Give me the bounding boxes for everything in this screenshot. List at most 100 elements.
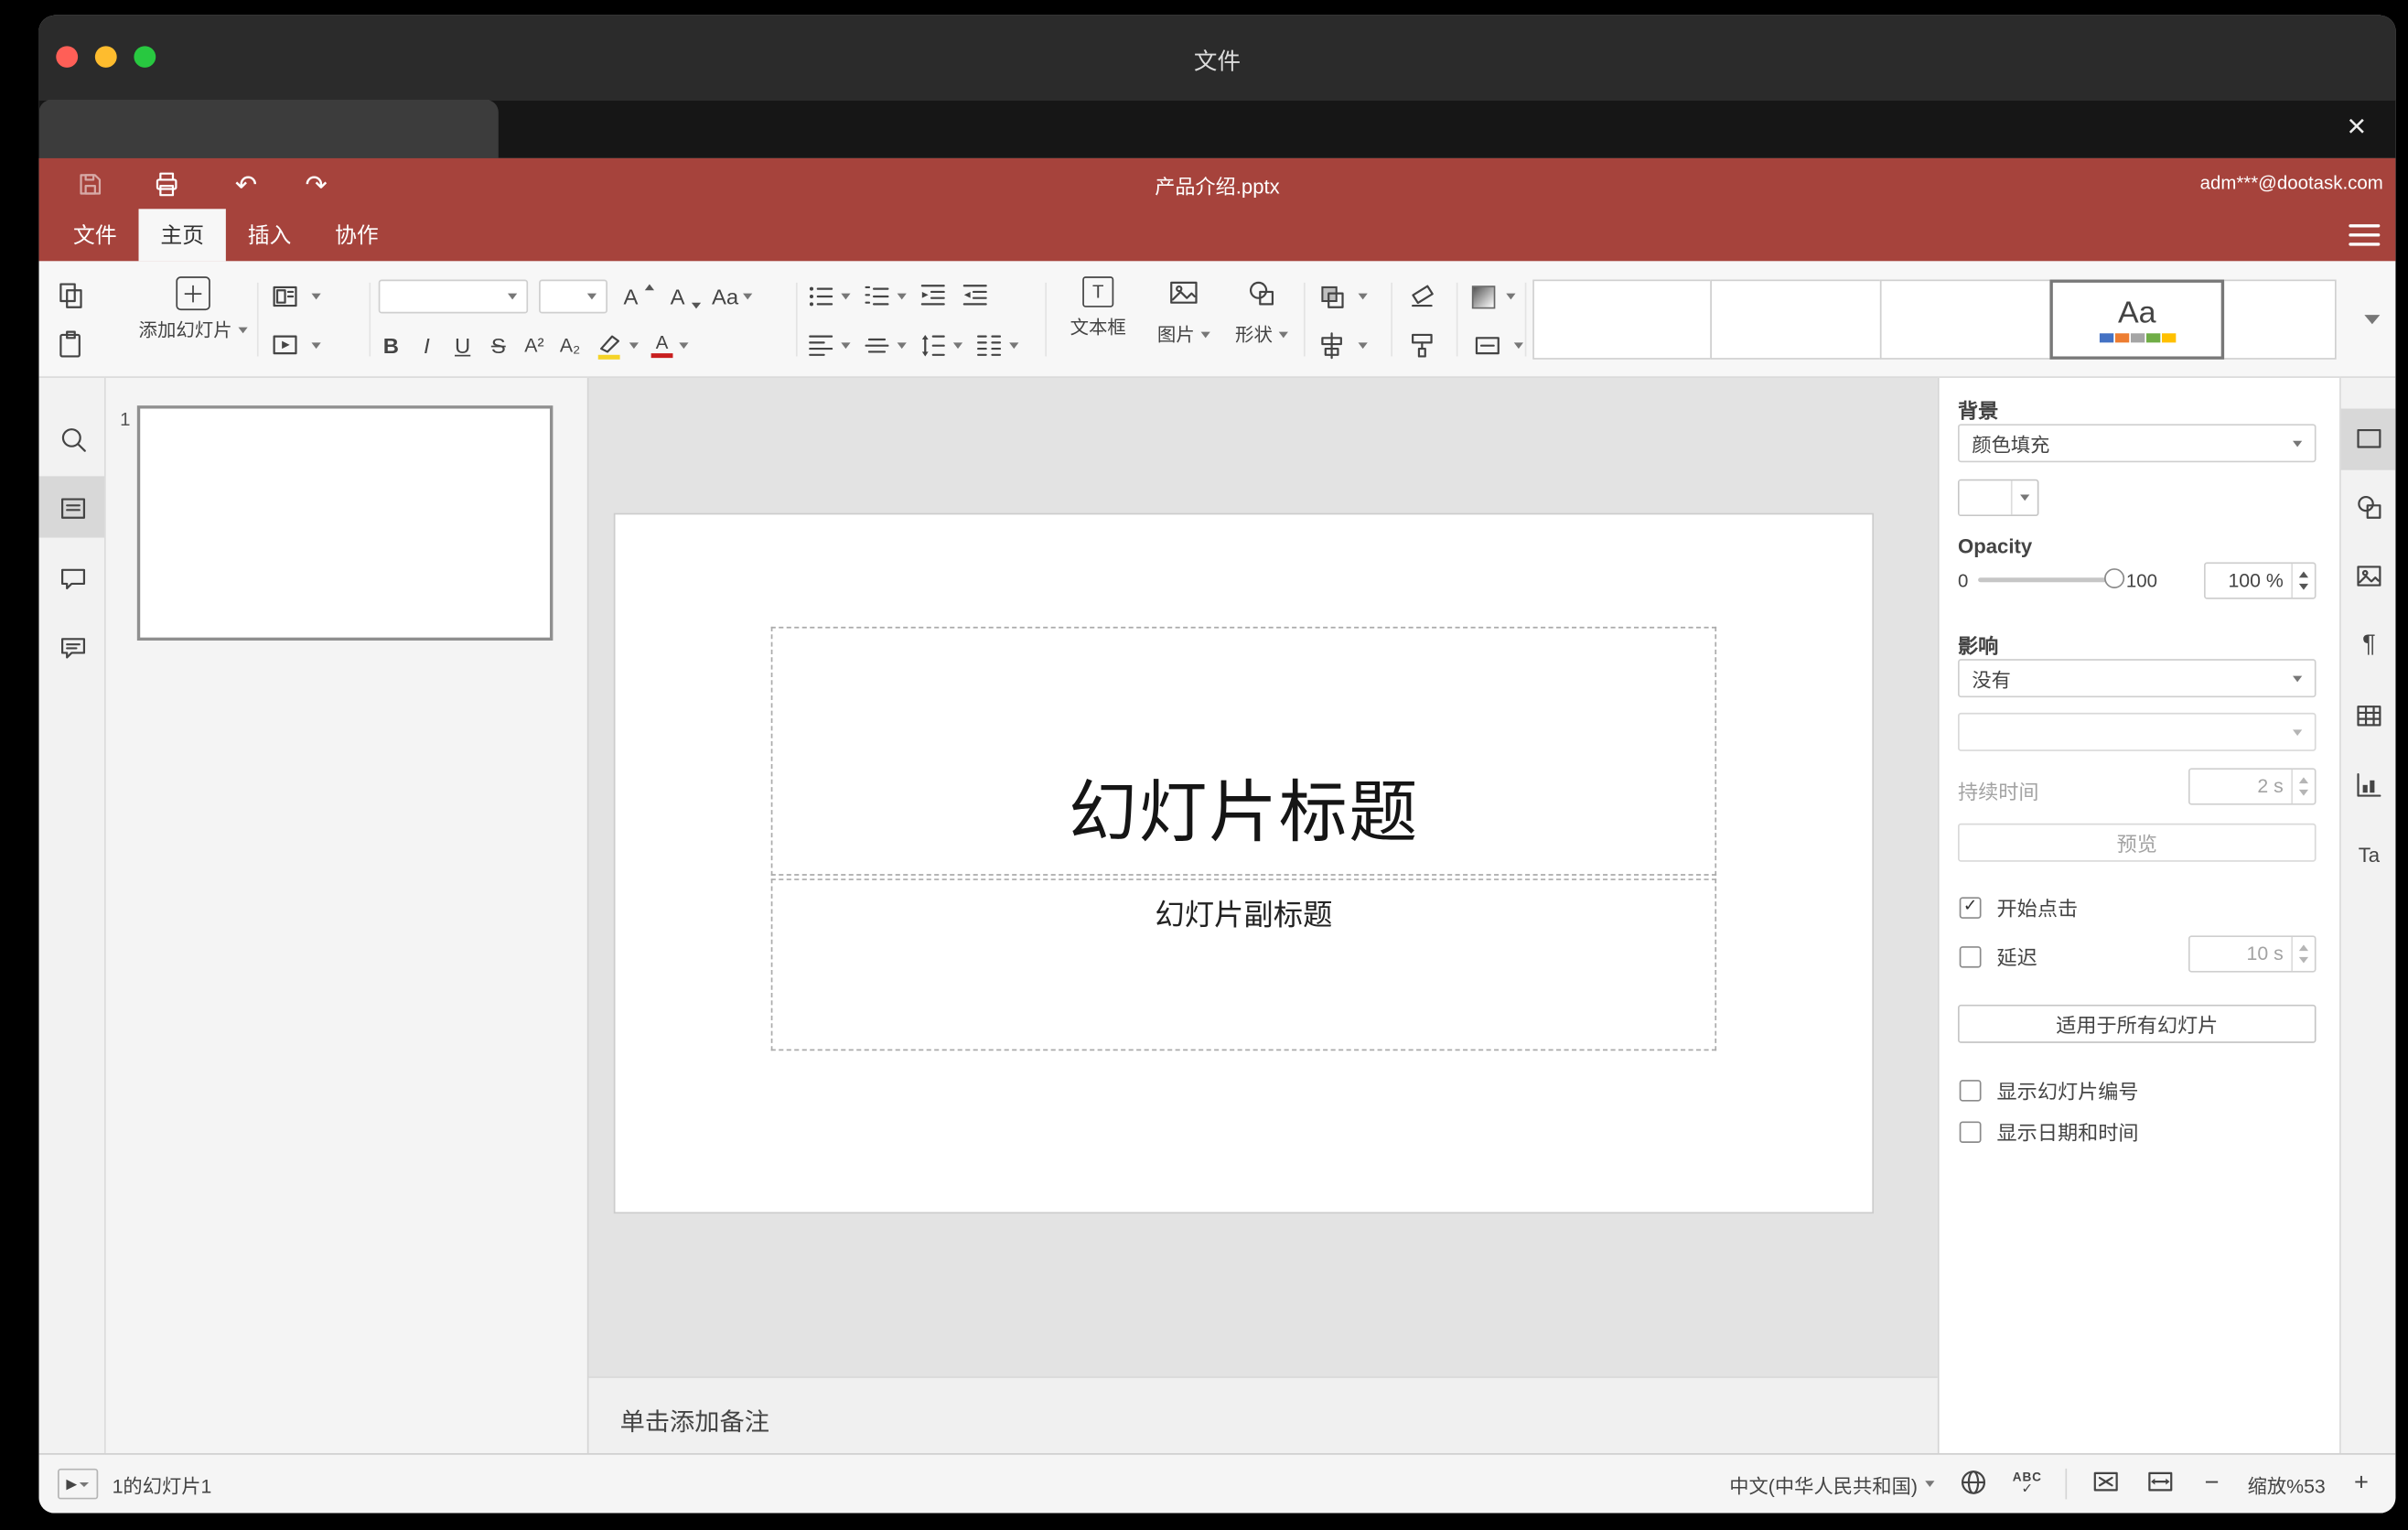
slide-fill-button[interactable] [1471, 276, 1523, 317]
decrease-font-button[interactable]: A [665, 285, 702, 309]
close-icon[interactable]: × [2337, 106, 2377, 149]
textbox-label: 文本框 [1070, 316, 1126, 339]
tab-insert[interactable]: 插入 [226, 209, 313, 261]
slide-thumbnail[interactable] [136, 405, 554, 641]
slide-layout-button[interactable] [270, 276, 321, 317]
opacity-slider-knob[interactable] [2104, 568, 2125, 588]
slide-settings-icon[interactable] [2353, 423, 2384, 454]
horizontal-align-button[interactable] [805, 330, 851, 361]
delay-field[interactable]: 10 s [2188, 935, 2317, 973]
apply-to-all-button[interactable]: 适用于所有幻灯片 [1957, 1004, 2317, 1043]
spellcheck-icon[interactable]: ABC ✓ [2013, 1471, 2042, 1496]
document-language-icon[interactable] [1958, 1466, 1989, 1502]
insert-textbox-button[interactable]: T 文本框 [1060, 276, 1135, 339]
comments-icon[interactable] [56, 562, 89, 594]
highlight-color-button[interactable] [594, 330, 640, 361]
duration-field[interactable]: 2 s [2188, 768, 2317, 805]
textart-settings-icon[interactable]: Ta [2353, 839, 2384, 870]
theme-slot[interactable] [1710, 279, 1882, 360]
presentation-editor-window: 文件 × ↶ ↷ 产品介绍.pptx adm***@dootask.com 文件… [38, 15, 2396, 1514]
arrange-shape-button[interactable] [1317, 276, 1368, 317]
copy-style-button[interactable] [1406, 326, 1437, 366]
fill-type-select[interactable]: 颜色填充 [1957, 424, 2317, 463]
preview-button[interactable]: 预览 [1957, 823, 2317, 862]
change-case-button[interactable]: Aa [712, 285, 753, 308]
theme-slot[interactable] [1532, 279, 1713, 360]
slide[interactable]: 幻灯片标题 幻灯片副标题 [615, 514, 1873, 1212]
paragraph-settings-icon[interactable]: ¶ [2353, 630, 2384, 661]
theme-slot-selected[interactable]: Aa [2049, 279, 2225, 360]
subscript-button[interactable]: A₂ [557, 335, 582, 357]
slides-panel-icon[interactable] [56, 491, 89, 523]
increase-indent-button[interactable] [960, 279, 991, 315]
numbering-button[interactable] [861, 281, 907, 312]
search-icon[interactable] [56, 423, 89, 455]
opacity-control: 0 100 100 % [1958, 562, 2317, 599]
tab-home[interactable]: 主页 [138, 209, 226, 262]
show-slide-number-label: 显示幻灯片编号 [1996, 1080, 2139, 1104]
spin-up-icon[interactable] [2298, 570, 2309, 577]
fit-to-slide-icon[interactable] [2091, 1466, 2122, 1502]
shape-icon [1244, 276, 1278, 315]
tab-collaboration[interactable]: 协作 [313, 209, 400, 261]
start-on-click-checkbox[interactable]: ✓ [1959, 896, 1982, 919]
hamburger-menu-icon[interactable] [2349, 221, 2381, 249]
style-tools-group [1406, 276, 1437, 365]
superscript-button[interactable]: A² [521, 335, 546, 357]
fill-color-select[interactable] [1957, 479, 2039, 517]
delay-row: 延迟 [1959, 942, 2037, 971]
zoom-out-button[interactable]: − [2199, 1471, 2224, 1498]
bullets-button[interactable] [805, 281, 851, 312]
spin-down-icon[interactable] [2298, 584, 2309, 591]
effect-variant-select[interactable] [1957, 712, 2317, 751]
statusbar: ▶ 1的幻灯片1 中文(中华人民共和国) ABC ✓ − 缩放%53 + [38, 1453, 2396, 1514]
effect-select[interactable]: 没有 [1957, 659, 2317, 698]
language-select[interactable]: 中文(中华人民共和国) [1729, 1470, 1935, 1499]
insert-image-button[interactable]: 图片 [1148, 276, 1220, 347]
vertical-align-button[interactable] [861, 330, 907, 361]
chat-icon[interactable] [56, 631, 89, 663]
start-slideshow-button[interactable] [270, 326, 321, 366]
font-size-select[interactable] [539, 279, 607, 314]
add-slide-button[interactable]: ＋ 添加幻灯片 [139, 276, 248, 342]
image-settings-icon[interactable] [2353, 561, 2384, 592]
slide-counter: 1的幻灯片1 [112, 1475, 212, 1497]
zoom-in-button[interactable]: + [2349, 1471, 2373, 1498]
decrease-indent-button[interactable] [918, 279, 949, 315]
bold-button[interactable]: B [379, 333, 403, 358]
columns-button[interactable] [973, 330, 1019, 361]
font-color-button[interactable]: A [650, 332, 689, 359]
paste-icon[interactable] [55, 328, 86, 363]
copy-icon[interactable] [55, 279, 86, 315]
subtitle-placeholder[interactable]: 幻灯片副标题 [770, 878, 1717, 1051]
theme-slot[interactable] [1879, 279, 2052, 360]
notes-area[interactable]: 单击添加备注 [588, 1376, 1938, 1454]
italic-button[interactable]: I [414, 333, 439, 358]
delay-checkbox[interactable] [1959, 945, 1982, 967]
increase-font-button[interactable]: A [618, 284, 655, 308]
shape-settings-icon[interactable] [2353, 491, 2384, 523]
theme-gallery-expand-button[interactable] [2357, 301, 2388, 338]
align-shape-button[interactable] [1317, 326, 1368, 366]
table-settings-icon[interactable] [2353, 700, 2384, 731]
slide-size-button[interactable] [1472, 326, 1524, 366]
title-placeholder[interactable]: 幻灯片标题 [770, 626, 1717, 876]
font-name-select[interactable] [378, 279, 529, 314]
theme-slot[interactable] [2222, 279, 2337, 360]
insert-shape-button[interactable]: 形状 [1226, 276, 1297, 347]
fit-to-width-icon[interactable] [2145, 1466, 2176, 1502]
strikethrough-button[interactable]: S [486, 333, 511, 358]
opacity-value-field[interactable]: 100 % [2203, 562, 2317, 599]
show-slide-number-checkbox[interactable] [1959, 1079, 1982, 1101]
clear-style-button[interactable] [1406, 276, 1437, 317]
show-datetime-checkbox[interactable] [1959, 1120, 1982, 1143]
start-slideshow-statusbar-button[interactable]: ▶ [57, 1468, 99, 1500]
tab-file[interactable]: 文件 [51, 209, 138, 261]
chart-settings-icon[interactable] [2353, 770, 2384, 801]
opacity-slider-track[interactable] [1978, 577, 2115, 583]
underline-button[interactable]: U [450, 333, 475, 358]
line-spacing-button[interactable] [918, 330, 963, 361]
color-swatch [1959, 480, 2011, 515]
slide-number: 1 [120, 408, 131, 431]
arrange-group [1317, 276, 1368, 365]
